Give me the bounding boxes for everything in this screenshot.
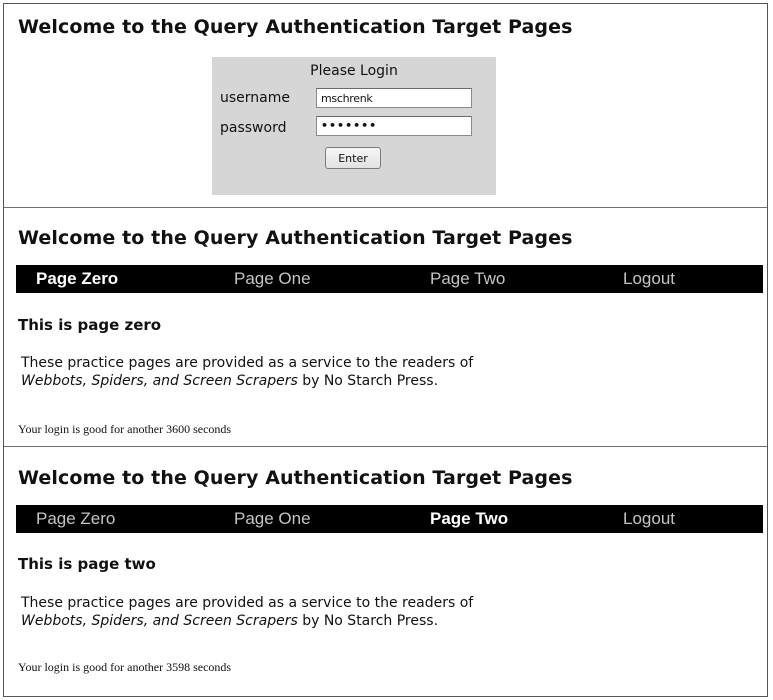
nav-page-two[interactable]: Page Two <box>430 265 505 293</box>
login-status: Your login is good for another 3598 seco… <box>18 660 232 674</box>
book-title: Webbots, Spiders, and Screen Scrapers <box>21 613 298 629</box>
screenshot-frame: Welcome to the Query Authentication Targ… <box>3 3 768 697</box>
description-paragraph: These practice pages are provided as a s… <box>21 594 473 630</box>
description-paragraph: These practice pages are provided as a s… <box>21 354 473 390</box>
nav-page-two[interactable]: Page Two <box>430 505 508 533</box>
section-divider <box>4 446 767 447</box>
description-line: These practice pages are provided as a s… <box>21 355 474 371</box>
login-box: Please Login username password Enter <box>212 57 496 195</box>
nav-page-one[interactable]: Page One <box>234 265 311 293</box>
nav-page-zero[interactable]: Page Zero <box>36 265 118 293</box>
page-title: Welcome to the Query Authentication Targ… <box>18 16 573 38</box>
page-heading: This is page zero <box>18 316 162 334</box>
nav-bar: Page Zero Page One Page Two Logout <box>16 505 763 533</box>
page-title: Welcome to the Query Authentication Targ… <box>18 227 573 249</box>
password-label: password <box>220 120 287 136</box>
username-input[interactable] <box>316 88 472 108</box>
book-title: Webbots, Spiders, and Screen Scrapers <box>21 373 298 389</box>
page-title: Welcome to the Query Authentication Targ… <box>18 467 573 489</box>
nav-logout[interactable]: Logout <box>623 505 675 533</box>
enter-button[interactable]: Enter <box>325 147 381 169</box>
username-label: username <box>220 90 290 106</box>
publisher-text: by No Starch Press. <box>297 613 439 629</box>
section-divider <box>4 207 767 208</box>
description-line: These practice pages are provided as a s… <box>21 595 474 611</box>
publisher-text: by No Starch Press. <box>297 373 439 389</box>
password-input[interactable] <box>316 116 472 136</box>
nav-page-one[interactable]: Page One <box>234 505 311 533</box>
nav-page-zero[interactable]: Page Zero <box>36 505 115 533</box>
login-heading: Please Login <box>310 63 398 79</box>
nav-logout[interactable]: Logout <box>623 265 675 293</box>
nav-bar: Page Zero Page One Page Two Logout <box>16 265 763 293</box>
login-status: Your login is good for another 3600 seco… <box>18 422 232 436</box>
page-heading: This is page two <box>18 555 156 573</box>
